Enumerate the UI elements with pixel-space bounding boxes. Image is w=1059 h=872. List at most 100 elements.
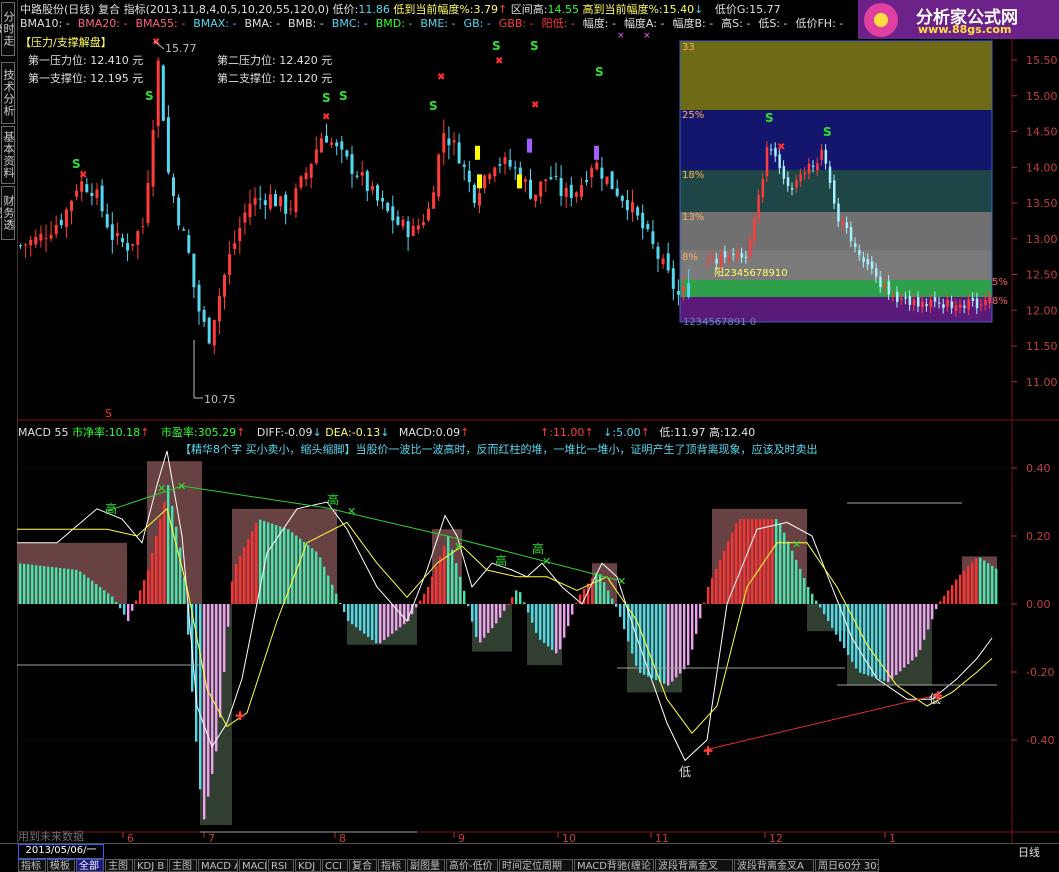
macd-histogram-bar <box>827 604 830 621</box>
bottom-tab-17[interactable]: 波段背离金叉 <box>655 859 733 872</box>
chart-canvas[interactable]: 15.5015.0014.5014.0013.5013.0012.5012.00… <box>17 0 1059 843</box>
future-data-note: 用到未来数据 <box>18 830 84 843</box>
candle-body <box>345 150 349 157</box>
sell-s-marker: S <box>765 111 774 125</box>
candle-body <box>44 238 48 240</box>
bottom-tab-8[interactable]: RSI <box>268 859 294 872</box>
month-label: 11 <box>655 832 669 843</box>
mini-candle-body <box>980 304 983 306</box>
tab-financial[interactable]: 财务透视 <box>0 186 15 240</box>
indicator-value-17: 低价FH: - <box>795 17 844 30</box>
macd-high-marker: 高 <box>495 553 507 568</box>
tab-technical-analysis[interactable]: 技术分析 <box>1 62 15 124</box>
macd-histogram-bar <box>435 566 438 604</box>
macd-histogram-bar <box>159 519 162 604</box>
macd-histogram-bar <box>899 604 902 672</box>
top-mark: ✖ <box>495 56 503 67</box>
bottom-tab-0[interactable]: 指标 <box>18 859 46 872</box>
diff-value: -0.09 <box>284 426 313 439</box>
month-label: 12 <box>769 832 783 843</box>
tab-intraday[interactable]: 分时走势 <box>0 2 15 56</box>
bottom-tab-12[interactable]: 指标 <box>378 859 406 872</box>
macd-histogram-bar <box>247 539 250 604</box>
mini-candle-body <box>887 280 891 295</box>
candle-body <box>233 243 237 250</box>
candle-body <box>386 202 390 211</box>
bottom-tab-11[interactable]: 复合 <box>349 859 377 872</box>
macd-histogram-bar <box>971 562 974 604</box>
macd-histogram-bar <box>531 604 534 623</box>
macd-header: MACD 55 市净率:10.18↑ 市盈率:305.29↑ DIFF:-0.0… <box>18 426 470 439</box>
macd-histogram-bar <box>383 604 386 641</box>
diff-label: DIFF: <box>256 426 285 439</box>
special-candle <box>527 138 532 153</box>
tab-basic-info[interactable]: 基本资料 <box>1 126 15 184</box>
month-label: 6 <box>127 832 134 843</box>
special-candle <box>594 145 599 160</box>
bottom-tab-5[interactable]: 主图 <box>169 859 197 872</box>
bottom-tab-19[interactable]: 周日60分 30分 <box>815 859 879 872</box>
macd-histogram-bar <box>859 604 862 673</box>
macd-histogram-bar <box>511 597 514 604</box>
indicator-value-10: GBB: - <box>498 17 534 30</box>
macd-histogram-bar <box>907 604 910 665</box>
bottom-tab-14[interactable]: 高价-低价 <box>446 859 498 872</box>
mini-pct-label: 8% <box>682 252 698 263</box>
bottom-tab-18[interactable]: 波段背离金叉A <box>734 859 814 872</box>
candle-body <box>396 216 400 225</box>
mini-candle-body <box>795 180 798 188</box>
macd-label: MACD: <box>398 426 436 439</box>
bottom-tab-15[interactable]: 时间定位周期 <box>499 859 573 872</box>
period-label[interactable]: 日线 <box>1018 844 1040 860</box>
macd-histogram-bar <box>123 604 126 615</box>
bottom-tab-9[interactable]: KDJ <box>295 859 321 872</box>
bottom-tab-13[interactable]: 副图量 <box>407 859 445 872</box>
macd-histogram-bar <box>343 604 346 612</box>
candle-body <box>539 181 543 197</box>
mini-candle-body <box>971 297 975 301</box>
macd-histogram-bar <box>995 568 998 604</box>
macd-histogram-bar <box>119 604 122 609</box>
price-axis-label: 14.50 <box>1026 126 1058 139</box>
resistance-2-label: 第二压力位: <box>217 54 276 67</box>
candle-body <box>85 184 89 193</box>
macd-histogram-bar <box>127 604 130 621</box>
candle-body <box>421 222 425 226</box>
bottom-tab-16[interactable]: MACD背驰(缠论 <box>574 859 654 872</box>
macd-histogram-bar <box>319 557 322 604</box>
macd-histogram-bar <box>691 604 694 650</box>
bottom-tab-7[interactable]: MACD <box>239 859 267 872</box>
mini-candle-body <box>896 291 899 302</box>
candle-body <box>580 185 583 197</box>
macd-histogram-bar <box>651 604 654 679</box>
macd-histogram-bar <box>631 604 634 654</box>
macd-histogram-bar <box>75 569 78 604</box>
date-box[interactable]: 2013/05/06/一 <box>18 844 104 859</box>
bottom-tab-6[interactable]: MACD A <box>198 859 238 872</box>
candle-body <box>442 133 446 153</box>
macd-histogram-bar <box>983 560 986 604</box>
macd-histogram-bar <box>915 604 918 657</box>
macd-histogram-bar <box>171 505 174 604</box>
bottom-s-marker: S <box>105 407 112 420</box>
mini-candle-body <box>988 295 991 304</box>
bottom-tab-2[interactable]: 全部 <box>76 859 104 872</box>
candle-body <box>360 172 364 176</box>
mini-candle-body <box>875 268 878 277</box>
price-axis-label: 12.00 <box>1026 304 1058 317</box>
price-axis-label: 12.50 <box>1026 269 1058 282</box>
candle-body <box>447 138 451 146</box>
sr-col-2: 第二压力位: 12.420 元 第二支撑位: 12.120 元 <box>217 52 332 88</box>
bottom-tab-1[interactable]: 模板 <box>47 859 75 872</box>
bottom-tab-3[interactable]: 主图 <box>105 859 133 872</box>
pink-mark: × <box>643 31 651 41</box>
logo-url: www.88gs.com <box>918 23 1012 36</box>
macd-histogram-bar <box>307 545 310 604</box>
macd-histogram-bar <box>231 581 234 604</box>
candle-body <box>625 200 629 211</box>
candle-body <box>151 129 155 187</box>
candle-body <box>279 196 283 207</box>
bottom-tab-4[interactable]: KDJ B <box>134 859 168 872</box>
bottom-tab-10[interactable]: CCI <box>322 859 348 872</box>
candle-body <box>569 184 573 199</box>
